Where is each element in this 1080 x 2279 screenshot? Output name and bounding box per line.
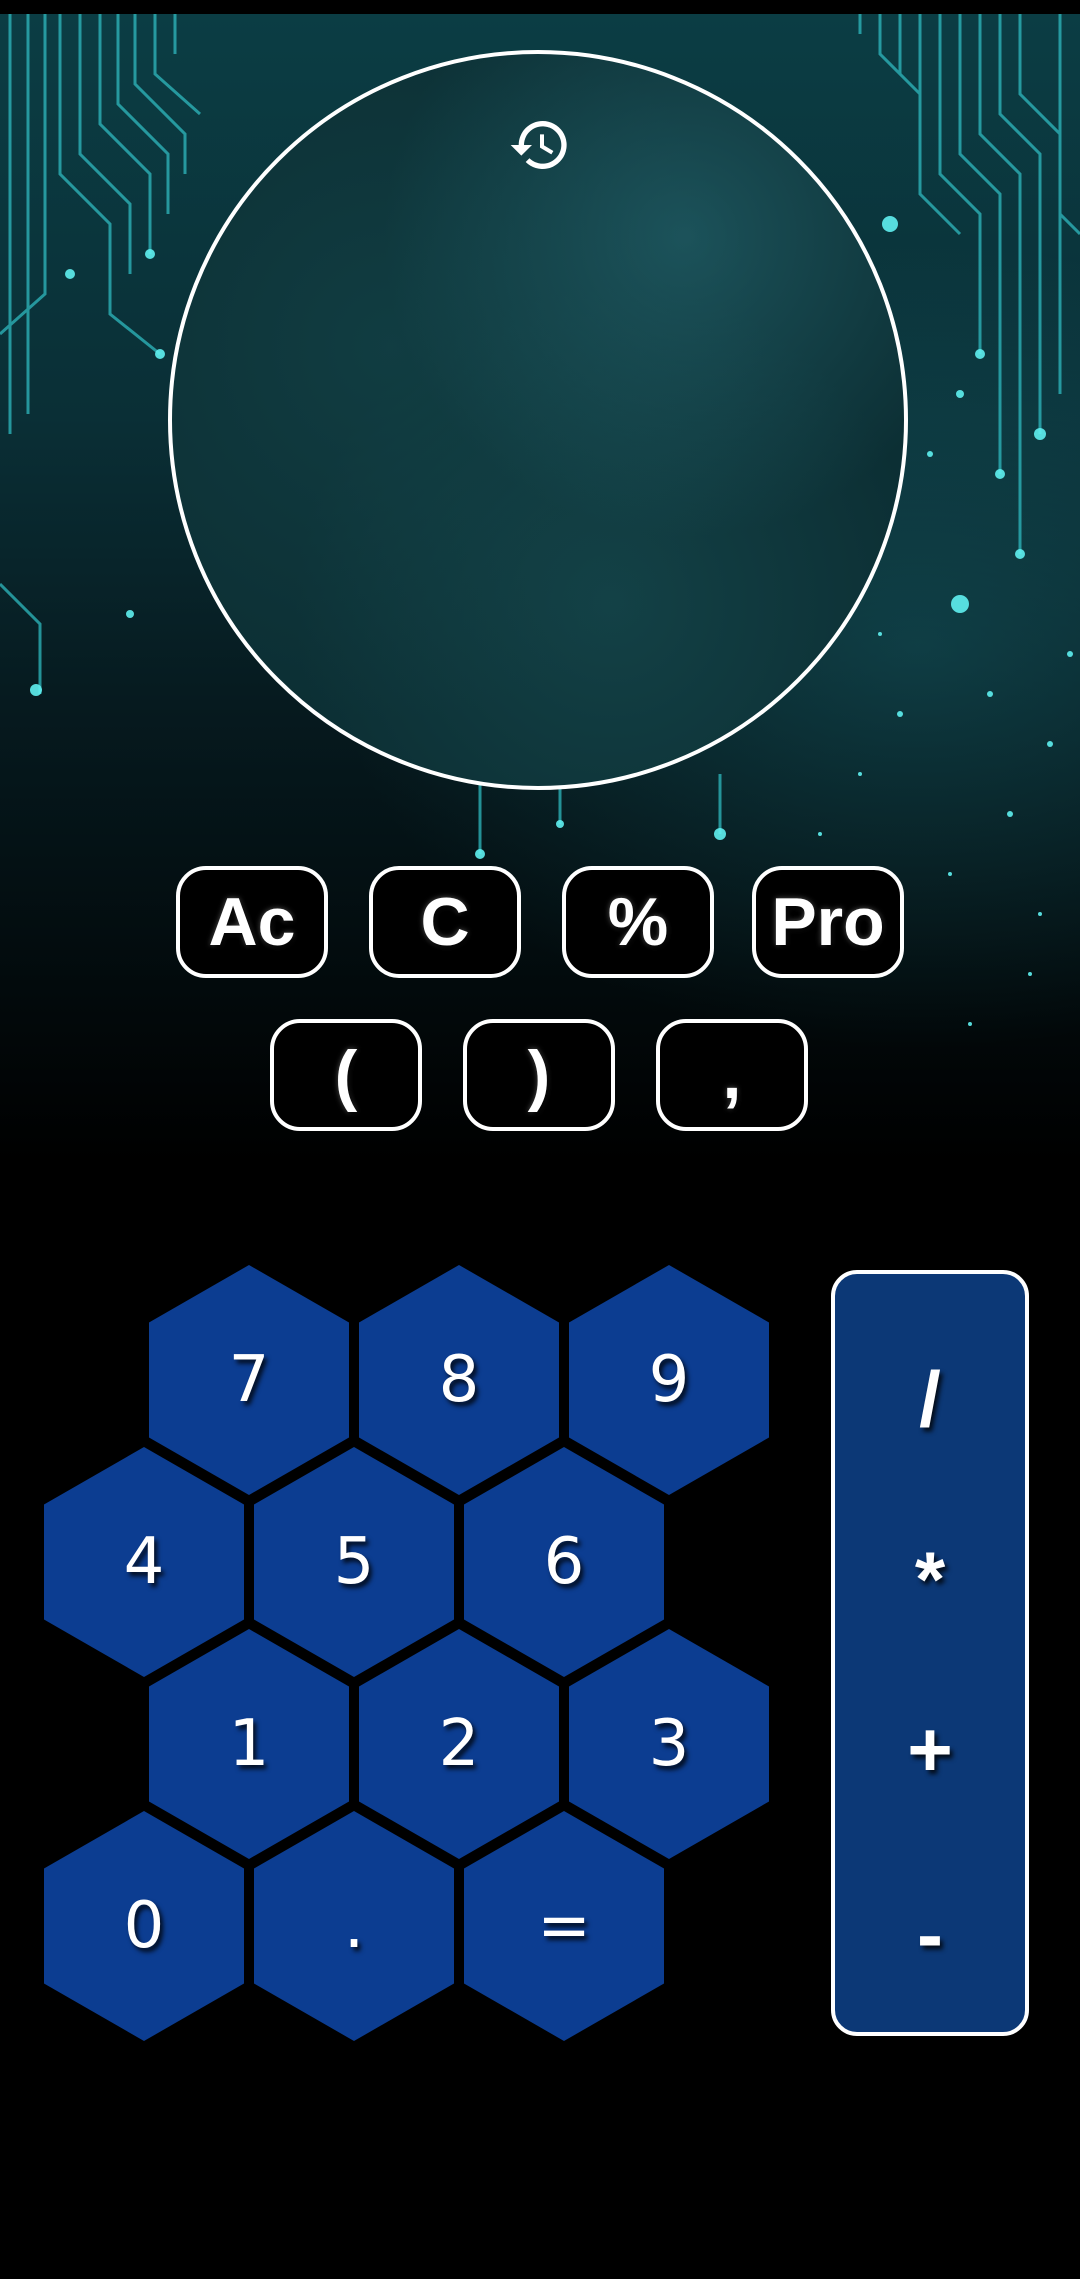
key-1[interactable]: 1	[149, 1629, 349, 1859]
status-bar	[0, 0, 1080, 14]
close-paren-button[interactable]: )	[463, 1019, 615, 1131]
history-button[interactable]	[505, 112, 575, 182]
comma-button[interactable]: ,	[656, 1019, 808, 1131]
divide-button[interactable]: /	[835, 1324, 1025, 1474]
key-9[interactable]: 9	[569, 1265, 769, 1495]
operators-panel: / * + -	[831, 1270, 1029, 2036]
key-7[interactable]: 7	[149, 1265, 349, 1495]
add-button[interactable]: +	[835, 1674, 1025, 1824]
key-4[interactable]: 4	[44, 1447, 244, 1677]
key-equals[interactable]: =	[464, 1811, 664, 2041]
history-icon	[508, 113, 572, 181]
all-clear-button[interactable]: Ac	[176, 866, 328, 978]
key-5[interactable]: 5	[254, 1447, 454, 1677]
key-8[interactable]: 8	[359, 1265, 559, 1495]
key-decimal[interactable]: .	[254, 1811, 454, 2041]
key-3[interactable]: 3	[569, 1629, 769, 1859]
multiply-button[interactable]: *	[835, 1504, 1025, 1654]
key-2[interactable]: 2	[359, 1629, 559, 1859]
key-0[interactable]: 0	[44, 1811, 244, 2041]
pro-button[interactable]: Pro	[752, 866, 904, 978]
clear-button[interactable]: C	[369, 866, 521, 978]
percent-button[interactable]: %	[562, 866, 714, 978]
key-6[interactable]: 6	[464, 1447, 664, 1677]
subtract-button[interactable]: -	[835, 1859, 1025, 2009]
open-paren-button[interactable]: (	[270, 1019, 422, 1131]
